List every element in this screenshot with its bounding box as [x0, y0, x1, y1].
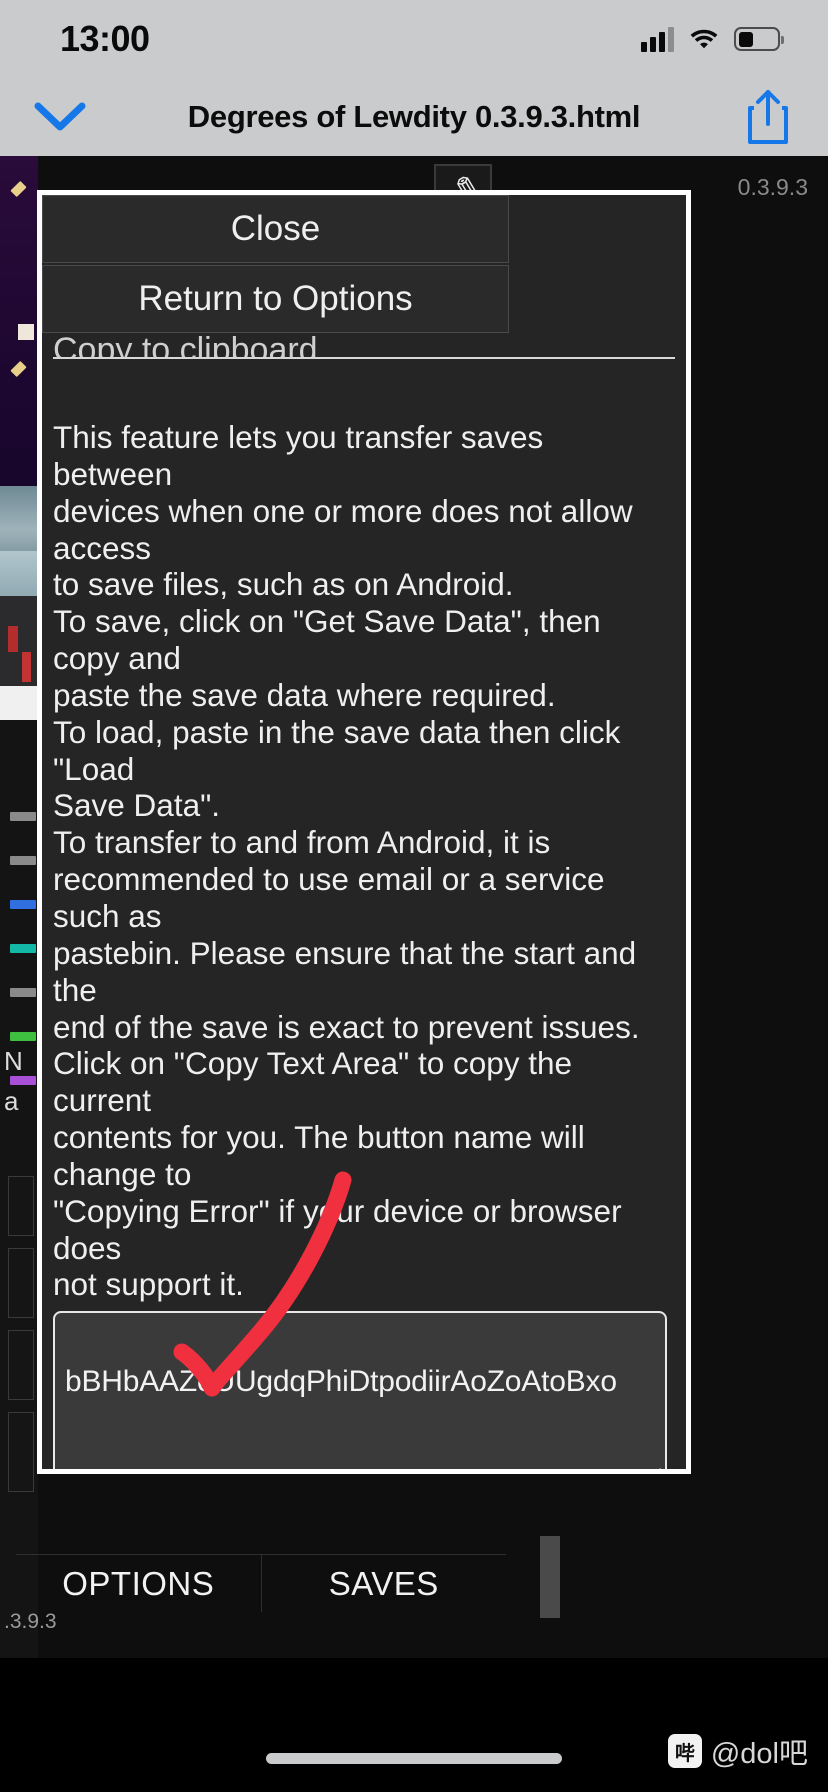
share-icon[interactable]: [708, 88, 828, 146]
save-data-textarea[interactable]: bBHbAAZoUUgdqPhiDtpodiirAoZoAtoBxo QGqLp…: [53, 1311, 667, 1469]
horizontal-rule: [53, 357, 675, 359]
page-title: Degrees of Lewdity 0.3.9.3.html: [187, 99, 641, 134]
side-frame: [8, 1176, 34, 1236]
sidebar-tick: [10, 944, 36, 953]
home-indicator: [266, 1753, 562, 1764]
sprite-box: [18, 324, 34, 340]
sprite-red-object: [22, 652, 31, 682]
side-frame: [8, 1330, 34, 1400]
body-line: devices when one or more does not allow …: [53, 492, 633, 566]
wifi-icon: [688, 27, 720, 51]
browser-toolbar: Degrees of Lewdity 0.3.9.3.html: [0, 78, 828, 156]
return-to-options-button[interactable]: Return to Options: [42, 265, 509, 333]
sprite-white-panel: [0, 686, 38, 720]
body-line: pastebin. Please ensure that the start a…: [53, 934, 637, 1008]
section-divider-row: Copy to clipboard: [42, 331, 686, 407]
tab-saves[interactable]: SAVES: [262, 1555, 507, 1612]
status-bar-icons: [641, 26, 784, 52]
body-line: Click on "Copy Text Area" to copy the cu…: [53, 1045, 573, 1119]
dialog-body-text: This feature lets you transfer saves bet…: [42, 407, 686, 1303]
scrollbar-thumb[interactable]: [540, 1536, 560, 1618]
sidebar-tick: [10, 1032, 36, 1041]
sidebar-tick: [10, 988, 36, 997]
tab-options[interactable]: OPTIONS: [16, 1555, 262, 1612]
side-frames: [8, 1176, 34, 1504]
version-label-bottom: .3.9.3: [4, 1610, 57, 1633]
sidebar-tick: [10, 812, 36, 821]
ios-status-bar: 13:00: [0, 0, 828, 78]
sidebar-tick: [10, 856, 36, 865]
battery-icon: [734, 27, 784, 51]
body-line: "Copying Error" if your device or browse…: [53, 1192, 622, 1266]
game-bottom-tabs: OPTIONS SAVES: [16, 1554, 506, 1612]
save-transfer-dialog: Close Return to Options Copy to clipboar…: [37, 190, 691, 1474]
textarea-line: bBHbAAZoUUgdqPhiDtpodiirAoZoAtoBxo: [65, 1365, 617, 1399]
watermark: 哔 @dol吧: [667, 1730, 808, 1772]
sprite-brick-scene: [0, 596, 38, 686]
close-button[interactable]: Close: [42, 195, 509, 263]
dialog-top-buttons: Close Return to Options: [42, 195, 509, 333]
side-frame: [8, 1248, 34, 1318]
body-line: To transfer to and from Android, it is: [53, 824, 551, 861]
resize-grip-icon[interactable]: [645, 1464, 663, 1469]
side-frame: [8, 1412, 34, 1492]
cellular-signal-icon: [641, 26, 674, 52]
body-line: To load, paste in the save data then cli…: [53, 713, 621, 787]
chevron-down-icon[interactable]: [0, 100, 120, 134]
version-label-top: 0.3.9.3: [737, 174, 808, 200]
left-margin-text-1: N: [4, 1046, 23, 1076]
sidebar-tick: [10, 900, 36, 909]
section-heading: Copy to clipboard: [53, 331, 318, 357]
sprite-red-object: [8, 626, 18, 652]
body-line: Save Data".: [53, 787, 221, 824]
body-line: to save files, such as on Android.: [53, 566, 514, 603]
sidebar-tick: [10, 1076, 36, 1085]
body-line: end of the save is exact to prevent issu…: [53, 1008, 640, 1045]
body-line: To save, click on "Get Save Data", then …: [53, 603, 601, 677]
status-bar-clock: 13:00: [60, 18, 150, 59]
body-line: recommended to use email or a service su…: [53, 861, 605, 934]
watermark-text: @dol吧: [710, 1738, 808, 1770]
body-line: not support it.: [53, 1266, 244, 1303]
save-data-textarea-wrapper: bBHbAAZoUUgdqPhiDtpodiirAoZoAtoBxo QGqLp…: [42, 1303, 686, 1469]
body-line: contents for you. The button name will c…: [53, 1119, 585, 1192]
body-line: This feature lets you transfer saves bet…: [53, 419, 544, 492]
watermark-badge-icon: 哔: [667, 1734, 702, 1768]
left-margin-text-2: a: [4, 1086, 19, 1116]
body-line: paste the save data where required.: [53, 676, 556, 713]
